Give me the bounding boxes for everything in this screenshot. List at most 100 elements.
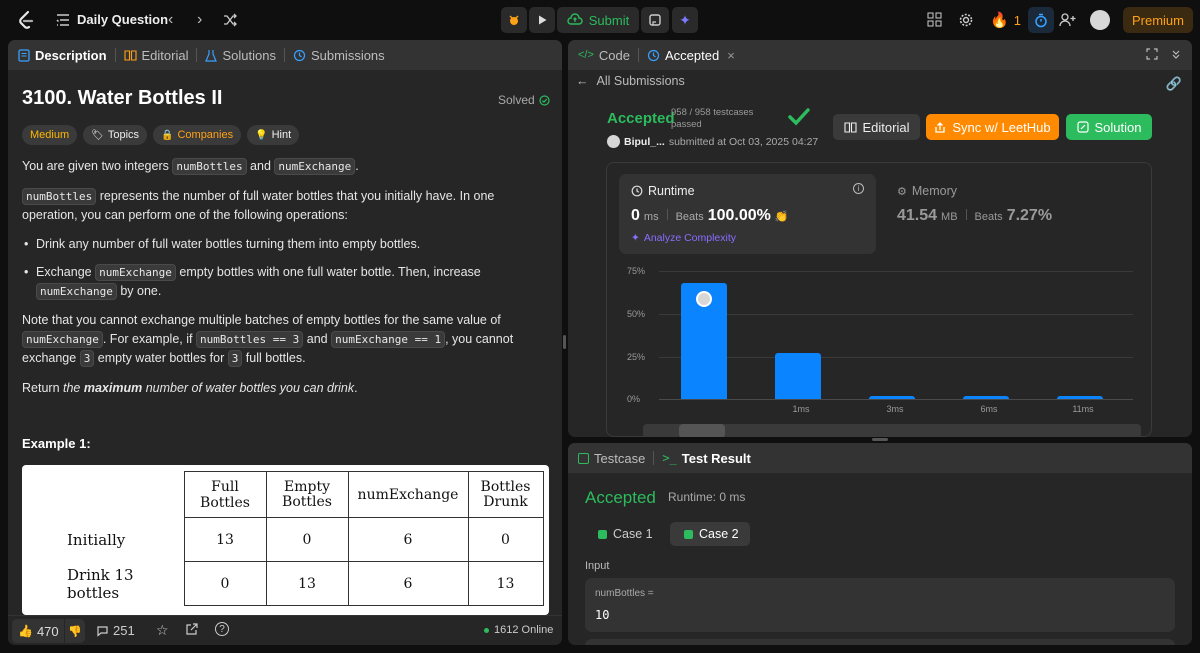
hint-chip[interactable]: 💡 Hint: [247, 125, 300, 145]
tab-divider: [114, 48, 116, 62]
editorial-button[interactable]: Editorial: [833, 114, 920, 140]
topics-label: Topics: [107, 129, 140, 141]
layout-grid-icon[interactable]: [927, 12, 942, 27]
link-icon[interactable]: 🔗: [1166, 76, 1182, 92]
add-friend-icon[interactable]: [1059, 12, 1076, 27]
runtime-card[interactable]: Runtime i 0 ms Beats 100.00% 👏 ✦ Analyze…: [619, 174, 876, 254]
leetcode-logo[interactable]: [16, 10, 36, 30]
problem-list-icon[interactable]: [55, 12, 71, 28]
submission-panel: </> Code Accepted × ← All Submissions 🔗 …: [568, 40, 1192, 437]
notes-icon[interactable]: [641, 7, 669, 33]
settings-gear-icon[interactable]: [958, 12, 974, 28]
tab-testcase[interactable]: Testcase: [578, 451, 645, 466]
book-icon: [123, 50, 137, 61]
prev-problem-icon[interactable]: ‹: [168, 11, 173, 29]
tab-test-result[interactable]: >_ Test Result: [662, 451, 751, 466]
horizontal-resize-handle[interactable]: [872, 438, 888, 441]
next-problem-icon[interactable]: ›: [197, 11, 202, 29]
streak-counter[interactable]: 🔥 1: [990, 11, 1021, 29]
clap-icon: 👏: [774, 211, 789, 223]
star-icon[interactable]: ☆: [156, 622, 169, 639]
tab-submissions[interactable]: Submissions: [293, 48, 385, 63]
tab-testcase-label: Testcase: [594, 450, 646, 466]
runtime-value: 0: [631, 207, 640, 224]
input-box[interactable]: numBottles = 10: [585, 578, 1175, 632]
check-circle-icon: [539, 94, 550, 106]
back-to-submissions[interactable]: ← All Submissions: [576, 74, 685, 88]
scrollbar-thumb[interactable]: [679, 424, 725, 437]
collapse-icon[interactable]: [1170, 48, 1182, 63]
tab-code-label: Code: [598, 47, 630, 63]
user-avatar[interactable]: [1090, 10, 1110, 30]
run-button[interactable]: [529, 7, 555, 33]
table-header: Full Bottles: [183, 471, 267, 518]
sync-leethub-button[interactable]: Sync w/ LeetHub: [926, 114, 1059, 140]
tab-editorial-label: Editorial: [141, 47, 189, 63]
thumbs-up-icon: 👍: [18, 624, 33, 638]
close-tab-icon[interactable]: ×: [727, 48, 735, 63]
help-icon[interactable]: ?: [215, 622, 229, 636]
problem-title[interactable]: 3100. Water Bottles II: [22, 87, 222, 110]
beats-label: Beats: [675, 211, 704, 223]
table-cell: 13: [467, 561, 544, 606]
next-input-box: [585, 639, 1175, 645]
tab-editorial[interactable]: Editorial: [123, 47, 189, 63]
upload-icon: [935, 121, 946, 133]
debug-icon[interactable]: [501, 7, 527, 33]
timer-icon[interactable]: [1028, 7, 1054, 33]
share-icon[interactable]: [185, 623, 198, 639]
like-button[interactable]: 👍 470: [12, 619, 64, 643]
companies-chip[interactable]: 🔒 Companies: [153, 125, 242, 145]
ai-sparkle-icon[interactable]: ✦: [672, 7, 698, 33]
text: You are given two integers: [22, 159, 173, 173]
maximize-icon[interactable]: [1146, 48, 1158, 63]
text: and: [246, 159, 275, 173]
chart-bar[interactable]: [869, 395, 915, 399]
tab-accepted[interactable]: Accepted ×: [647, 48, 735, 63]
tab-code[interactable]: </> Code: [578, 48, 630, 63]
chart-bar[interactable]: [775, 352, 821, 399]
case-2-tab[interactable]: Case 2: [670, 522, 750, 546]
chart-bar[interactable]: [1057, 395, 1103, 399]
case-1-tab[interactable]: Case 1: [588, 522, 666, 546]
info-icon[interactable]: i: [853, 183, 864, 194]
solution-button[interactable]: Solution: [1066, 114, 1152, 140]
difficulty-badge[interactable]: Medium: [22, 125, 78, 145]
analyze-complexity-link[interactable]: ✦ Analyze Complexity: [631, 232, 736, 244]
testcase-summary: 958 / 958 testcases passed: [671, 107, 753, 131]
username[interactable]: Bipul_...: [624, 136, 665, 148]
testcase-count: 958 / 958 testcases: [671, 107, 754, 118]
list-item: • Drink any number of full water bottles …: [24, 235, 547, 254]
tab-description[interactable]: Description: [18, 48, 107, 63]
submit-button[interactable]: Submit: [557, 7, 639, 33]
tab-accepted-label: Accepted: [664, 47, 720, 63]
table-header: Bottles Drunk: [467, 471, 544, 518]
dislike-button[interactable]: 👎: [65, 619, 85, 643]
terminal-icon: >_: [662, 451, 677, 465]
description-paragraph: You are given two integers numBottles an…: [22, 157, 547, 176]
runtime-distribution-chart: 75% 50% 25% 0% 1ms 3ms 6ms 11ms: [607, 258, 1153, 437]
text: the: [63, 381, 84, 395]
premium-button[interactable]: Premium: [1123, 7, 1193, 33]
submission-status: Accepted: [607, 110, 675, 127]
table-cell: 0: [183, 561, 267, 606]
fire-icon: 🔥: [990, 12, 1009, 29]
inline-code: numExchange: [22, 331, 103, 348]
text: full bottles.: [242, 351, 306, 365]
comments-button[interactable]: 251: [96, 623, 135, 638]
vertical-resize-handle[interactable]: [563, 335, 566, 349]
shuffle-icon[interactable]: [222, 12, 238, 28]
table-header-row: Full Bottles Empty Bottles numExchange B…: [22, 471, 544, 518]
daily-question-title[interactable]: Daily Question: [77, 12, 168, 27]
tab-solutions[interactable]: Solutions: [205, 48, 276, 63]
chart-bar[interactable]: [963, 395, 1009, 399]
memory-heading[interactable]: ⚙ Memory: [897, 184, 957, 198]
topics-chip[interactable]: 🏷 Topics: [83, 125, 148, 145]
chart-scrollbar[interactable]: [643, 424, 1141, 437]
case-2-label: Case 2: [699, 527, 739, 541]
submitted-time: submitted at Oct 03, 2025 04:27: [668, 135, 819, 148]
table-corner: [22, 472, 184, 518]
chart-bar[interactable]: [681, 282, 727, 399]
runtime-label: Runtime: [648, 184, 695, 198]
memory-value-row: 41.54 MB Beats 7.27%: [897, 207, 1052, 225]
